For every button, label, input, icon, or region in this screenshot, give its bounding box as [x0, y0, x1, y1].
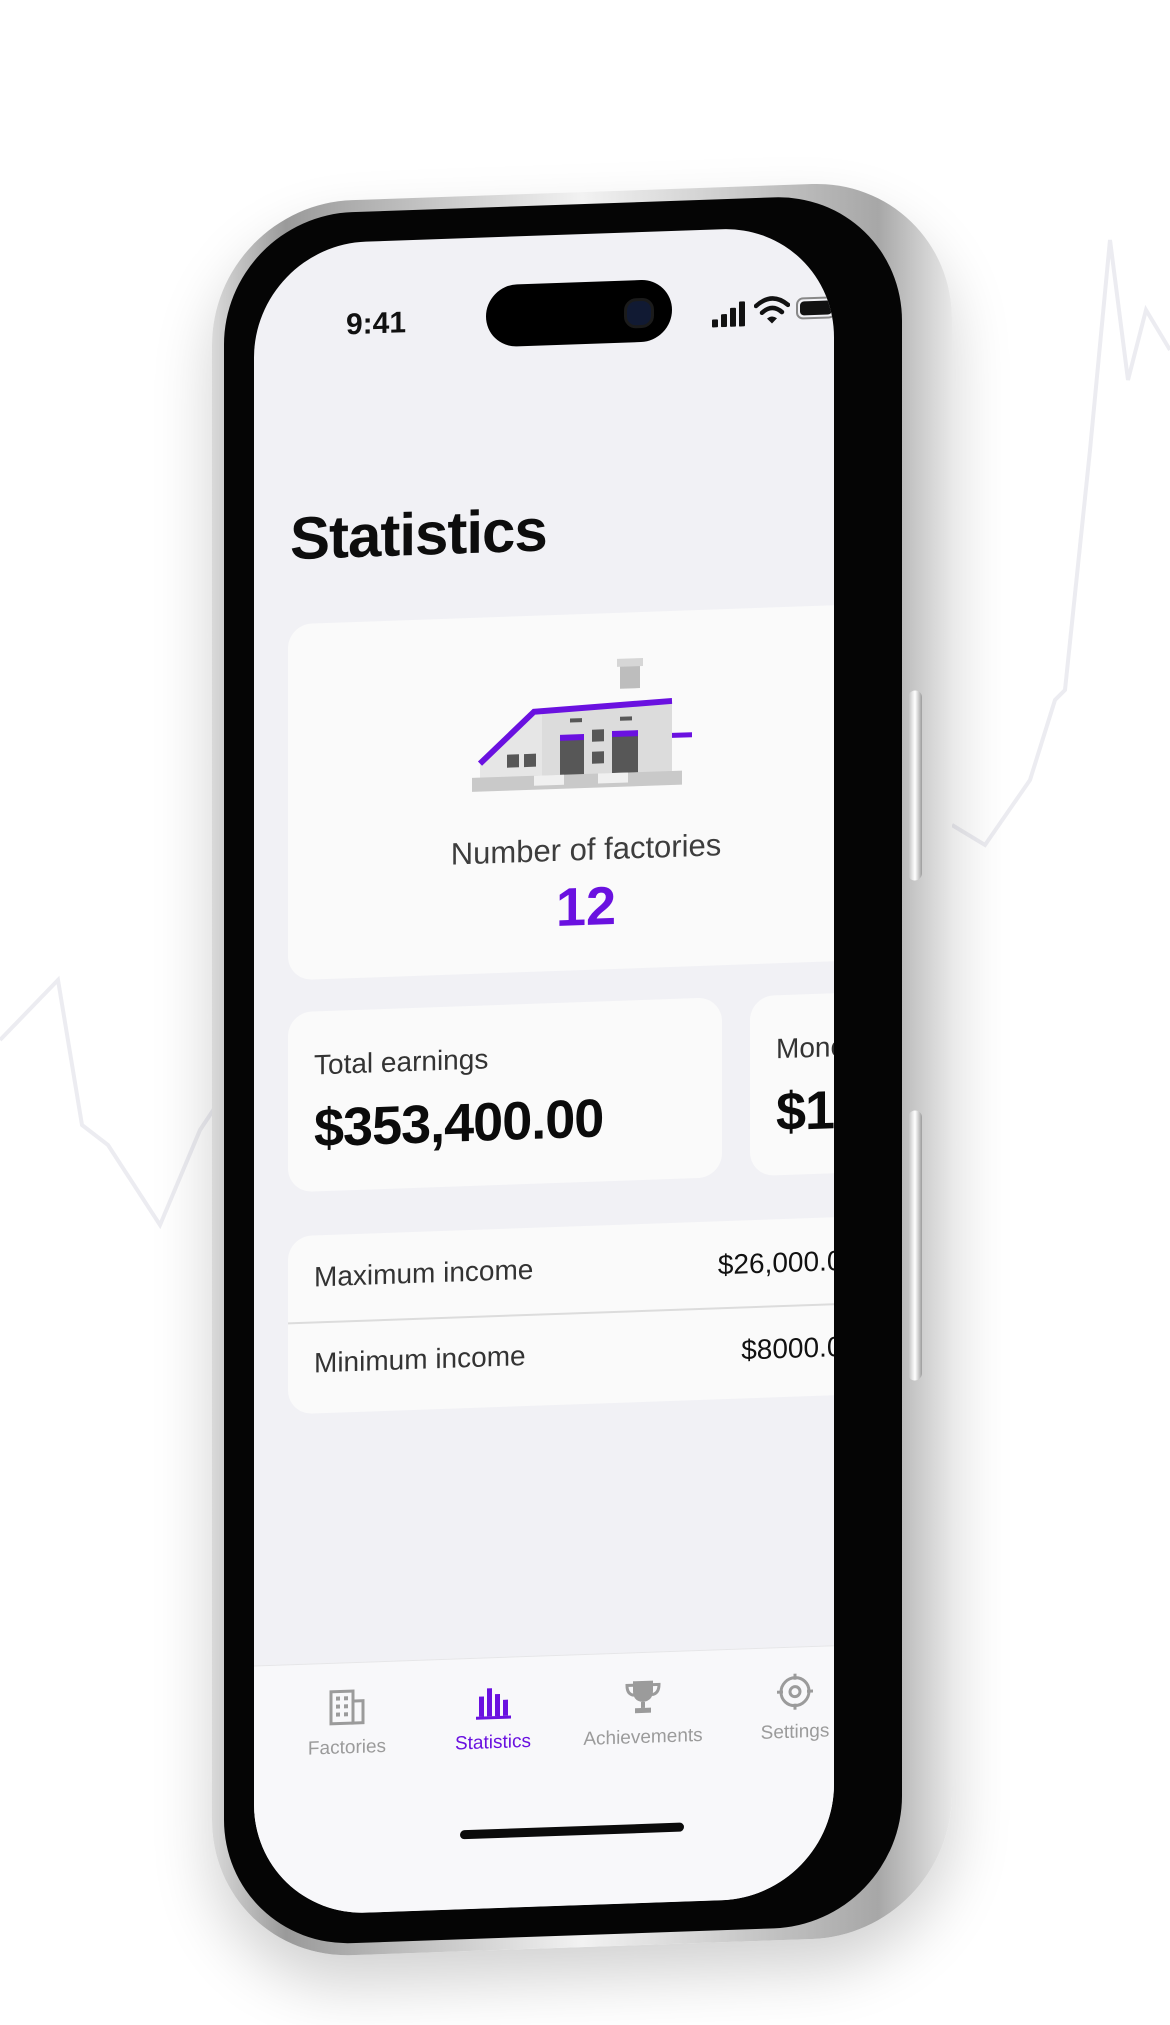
volume-button	[908, 690, 922, 881]
total-earnings-card[interactable]: Total earnings $353,400.00	[288, 997, 722, 1193]
tab-settings-label: Settings	[760, 1720, 830, 1744]
factories-count-card[interactable]: Number of factories 12	[288, 603, 834, 981]
money-spent-value: $142,7	[776, 1076, 834, 1143]
money-spent-label: Money spe	[776, 1029, 834, 1065]
signal-icon	[712, 301, 745, 328]
minimum-income-value: $8000.00	[741, 1330, 834, 1366]
tab-achievements-label: Achievements	[583, 1724, 703, 1751]
tab-statistics[interactable]: Statistics	[418, 1680, 568, 1757]
tab-bar: Factories Statistics Achievements Settin…	[254, 1645, 834, 1917]
income-list-card: Maximum income $26,000.00 Minimum income…	[288, 1215, 834, 1415]
page-title: Statistics	[290, 496, 547, 573]
app-screen: 9:41 Statistics Number of factories 12 T…	[254, 225, 834, 1917]
maximum-income-value: $26,000.00	[717, 1244, 834, 1281]
battery-icon	[796, 296, 834, 320]
factory-icon	[472, 657, 692, 792]
tab-achievements[interactable]: Achievements	[568, 1674, 718, 1751]
dynamic-island	[486, 278, 672, 348]
bar-chart-icon	[476, 1688, 511, 1720]
total-earnings-value: $353,400.00	[314, 1088, 604, 1159]
tab-factories[interactable]: Factories	[272, 1685, 422, 1762]
building-icon	[329, 1689, 365, 1726]
maximum-income-label: Maximum income	[314, 1253, 534, 1293]
total-earnings-label: Total earnings	[314, 1043, 489, 1081]
wifi-icon	[754, 296, 790, 324]
phone-mockup: 9:41 Statistics Number of factories 12 T…	[212, 179, 952, 1960]
status-time: 9:41	[346, 306, 407, 342]
tab-statistics-label: Statistics	[454, 1730, 532, 1755]
home-indicator[interactable]	[460, 1822, 684, 1840]
minimum-income-label: Minimum income	[314, 1340, 526, 1379]
tab-settings[interactable]: Settings	[720, 1669, 834, 1746]
phone-bezel: 9:41 Statistics Number of factories 12 T…	[224, 192, 902, 1948]
camera-icon	[624, 297, 654, 329]
gear-icon	[777, 1673, 813, 1710]
power-button	[908, 1110, 922, 1381]
factories-count-value: 12	[555, 875, 617, 938]
money-spent-card[interactable]: Money spe $142,7	[750, 985, 834, 1177]
trophy-icon	[625, 1680, 661, 1714]
tab-factories-label: Factories	[307, 1735, 387, 1760]
status-bar: 9:41	[254, 225, 834, 375]
